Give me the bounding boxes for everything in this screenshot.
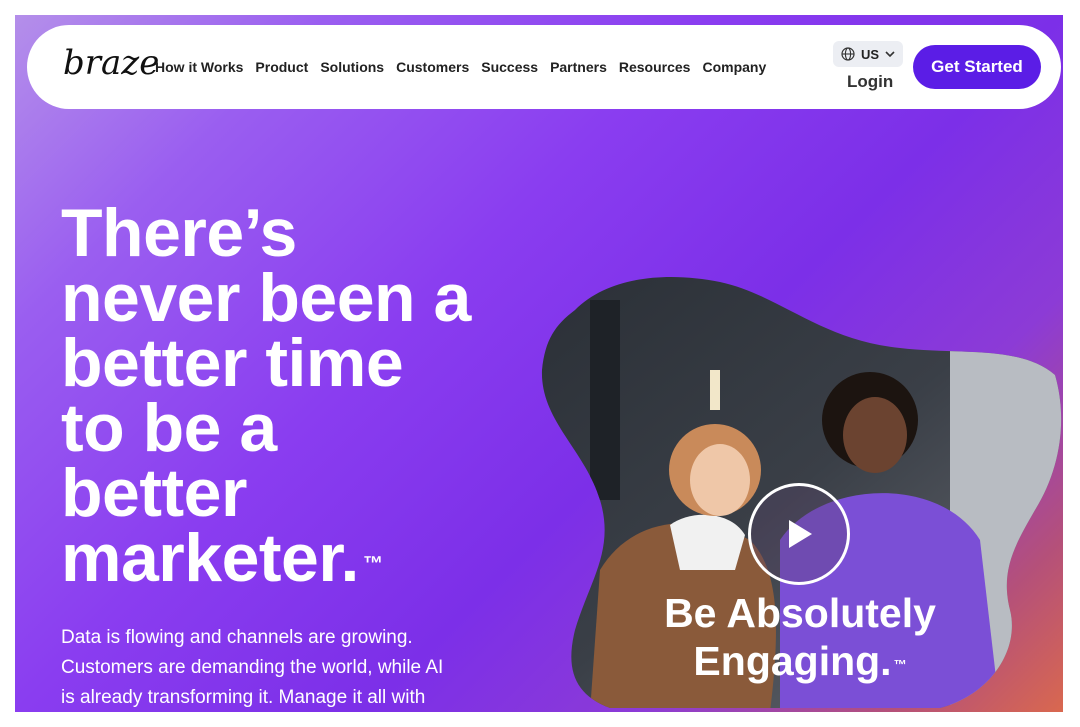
trademark-mark: ™ [362,553,383,575]
nav-success[interactable]: Success [481,59,538,75]
caption-trademark: ™ [893,657,907,672]
caption-line: Engaging. [693,638,892,684]
video-caption: Be Absolutely Engaging. ™ [635,589,965,685]
nav-partners[interactable]: Partners [550,59,607,75]
play-icon [789,520,812,548]
headline-line: There’s [61,195,297,271]
headline-line: to be a [61,390,277,466]
caption-line: Be Absolutely [664,590,936,636]
nav-product[interactable]: Product [255,59,308,75]
locale-label: US [860,46,880,62]
headline-line: better time [61,325,404,401]
nav-links: How it Works Product Solutions Customers… [155,59,766,75]
nav-resources[interactable]: Resources [619,59,691,75]
subtext-line: Data is flowing and channels are growing… [61,627,413,648]
nav-how-it-works[interactable]: How it Works [155,59,243,75]
nav-solutions[interactable]: Solutions [320,59,384,75]
get-started-button[interactable]: Get Started [913,45,1041,89]
headline-line-last: marketer. ™ [61,524,531,592]
subtext-line: is already transforming it. Manage it al… [61,687,426,708]
globe-icon [841,47,855,61]
page-frame: braze How it Works Product Solutions Cus… [15,15,1063,712]
hero-headline: There’s never been a better time to be a… [61,195,531,592]
hero-subtext: Data is flowing and channels are growing… [61,623,521,712]
play-video-button[interactable] [748,483,850,585]
nav-customers[interactable]: Customers [396,59,469,75]
caption-line-last: Engaging. ™ [635,637,965,685]
nav-company[interactable]: Company [702,59,766,75]
login-link[interactable]: Login [847,72,893,92]
headline-line: marketer. [61,520,359,596]
locale-selector[interactable]: US [833,41,903,67]
headline-line: never been a [61,260,471,336]
top-navigation: braze How it Works Product Solutions Cus… [27,25,1061,109]
chevron-down-icon [885,51,895,58]
headline-line: better [61,455,247,531]
subtext-line: Customers are demanding the world, while… [61,657,444,678]
braze-logo[interactable]: braze [63,43,159,83]
